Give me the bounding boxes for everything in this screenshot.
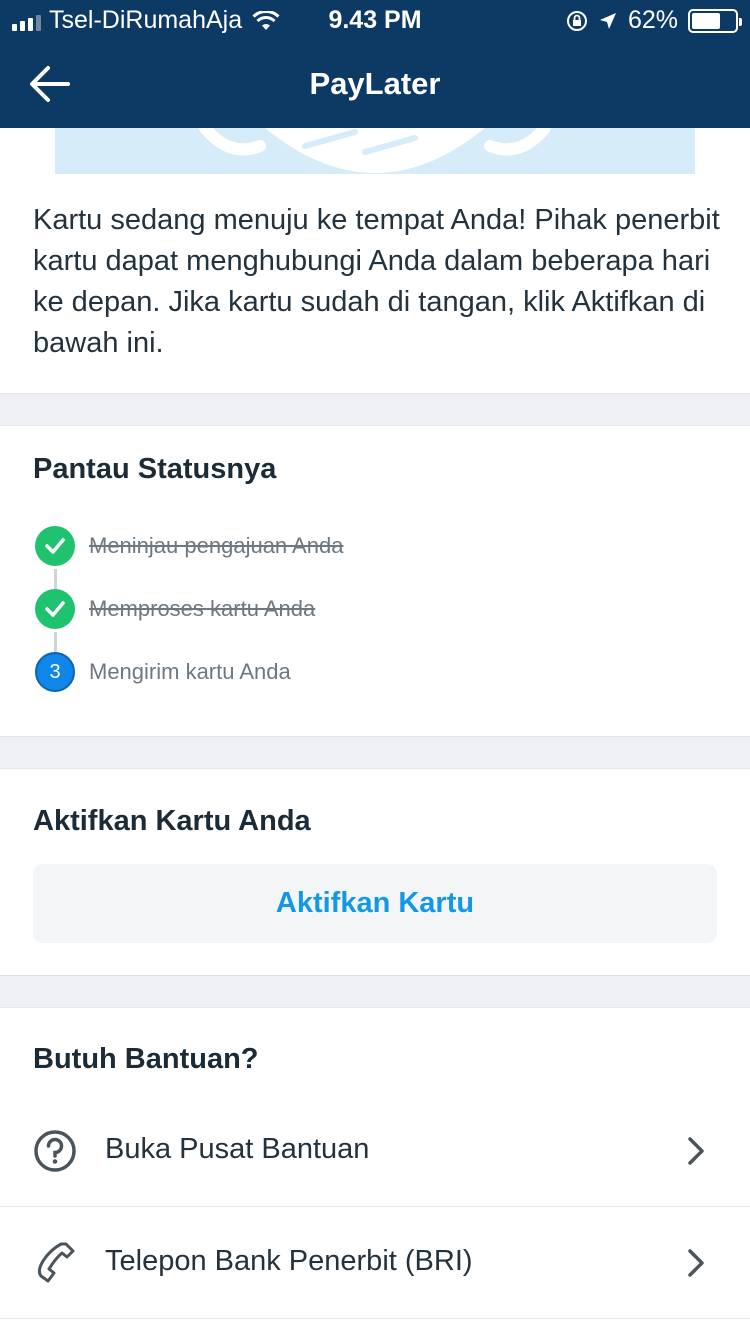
help-center-label: Buka Pusat Bantuan (105, 1133, 370, 1165)
phone-icon (37, 1242, 75, 1283)
rotation-lock-icon (566, 10, 587, 31)
help-section-title: Butuh Bantuan? (33, 1043, 259, 1075)
activate-section-title: Aktifkan Kartu Anda (33, 805, 311, 837)
step-label: Meninjau pengajuan Anda (89, 533, 344, 558)
chevron-right-icon (688, 1249, 704, 1277)
battery-percent: 62% (627, 6, 678, 34)
row-divider (0, 1318, 750, 1319)
call-bank-row[interactable]: Telepon Bank Penerbit (BRI) (0, 1207, 750, 1319)
activate-card: Aktifkan Kartu Anda Aktifkan Kartu (0, 768, 750, 976)
chevron-right-icon (688, 1137, 704, 1165)
card-illustration (55, 128, 695, 174)
intro-message: Kartu sedang menuju ke tempat Anda! Piha… (33, 204, 720, 359)
location-arrow-icon (599, 12, 616, 29)
status-section-title: Pantau Statusnya (33, 453, 277, 485)
activate-card-button[interactable]: Aktifkan Kartu (33, 864, 717, 943)
intro-card: Kartu sedang menuju ke tempat Anda! Piha… (0, 128, 750, 394)
status-bar: Tsel-DiRumahAja 9.43 PM 62% (0, 0, 750, 40)
step-label: Memproses kartu Anda (89, 596, 316, 621)
help-card: Butuh Bantuan? Buka Pusat Bantuan Telepo… (0, 1007, 750, 1334)
status-tracker-card: Pantau Statusnya Meninjau pengajuan Anda… (0, 425, 750, 737)
help-center-row[interactable]: Buka Pusat Bantuan (0, 1095, 750, 1207)
status-step: Meninjau pengajuan Anda (35, 525, 343, 567)
battery-icon (688, 8, 742, 33)
step-label: Mengirim kartu Anda (89, 659, 291, 684)
status-step: Memproses kartu Anda (35, 588, 315, 630)
call-bank-label: Telepon Bank Penerbit (BRI) (105, 1245, 473, 1277)
question-circle-icon (34, 1130, 76, 1172)
step-number-badge: 3 (35, 652, 75, 692)
check-icon (35, 526, 75, 566)
check-icon (35, 589, 75, 629)
app-header: PayLater (0, 40, 750, 128)
status-bar-right: 62% (566, 6, 742, 35)
page-title: PayLater (309, 66, 441, 101)
status-step: 3 Mengirim kartu Anda (35, 651, 291, 693)
